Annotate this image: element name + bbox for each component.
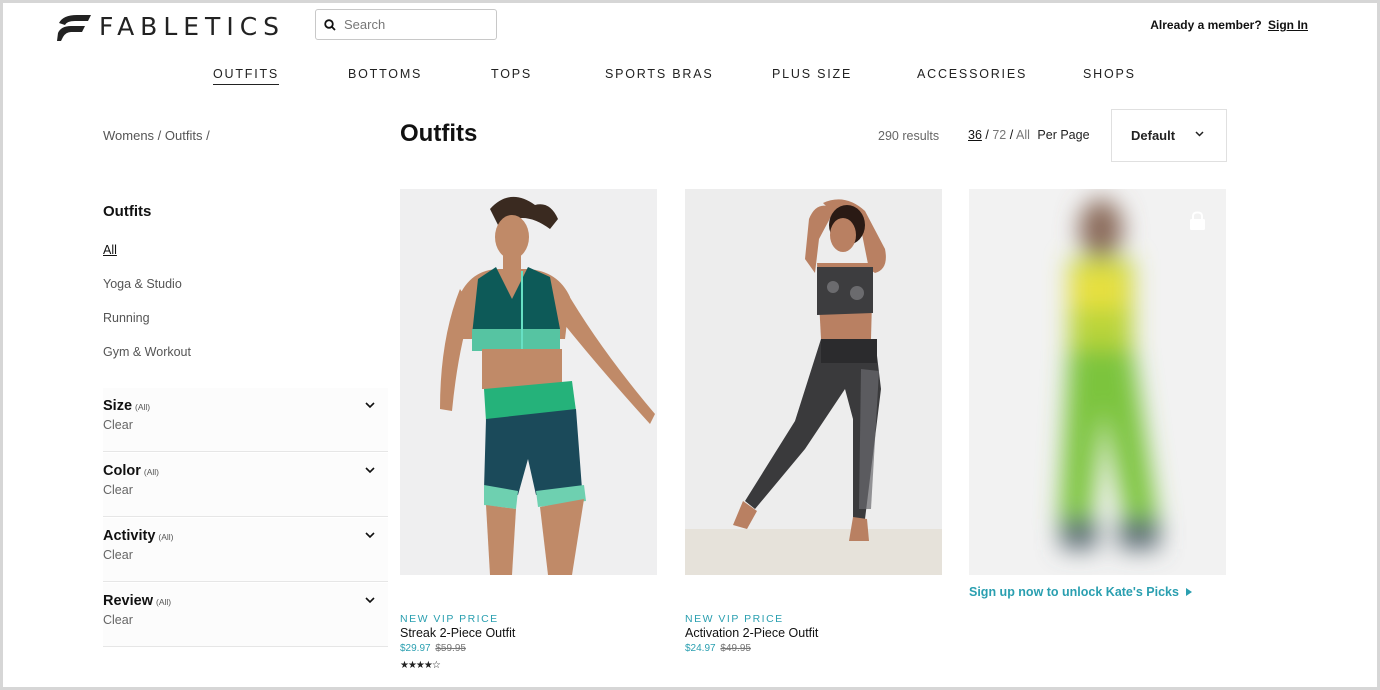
facet-size[interactable]: Size (All) Clear xyxy=(103,388,388,452)
sale-price: $29.97 xyxy=(400,643,431,654)
model-photo-activation xyxy=(685,189,942,575)
facet-clear[interactable]: Clear xyxy=(103,483,133,497)
facet-title: Size (All) xyxy=(103,398,151,414)
nav-shops[interactable]: SHOPS xyxy=(1083,67,1136,84)
facet-title: Review (All) xyxy=(103,593,172,609)
search-input[interactable] xyxy=(344,17,484,32)
product-price: $29.97 $59.95 xyxy=(400,643,466,654)
facet-title: Color (All) xyxy=(103,463,159,479)
brand-logo[interactable]: FABLETICS xyxy=(57,12,285,41)
nav-accessories[interactable]: ACCESSORIES xyxy=(917,67,1027,84)
chevron-down-icon[interactable] xyxy=(365,532,375,539)
unlock-picks-link[interactable]: Sign up now to unlock Kate's Picks xyxy=(969,585,1193,599)
vip-badge: NEW VIP PRICE xyxy=(400,613,499,625)
original-price: $59.95 xyxy=(435,643,466,654)
per-page-72[interactable]: 72 xyxy=(992,128,1006,142)
product-name[interactable]: Activation 2-Piece Outfit xyxy=(685,626,818,640)
sidebar-link-yoga[interactable]: Yoga & Studio xyxy=(103,277,182,291)
facet-review[interactable]: Review (All) Clear xyxy=(103,583,388,647)
search-box[interactable] xyxy=(315,9,497,40)
chevron-down-icon[interactable] xyxy=(365,402,375,409)
facet-activity[interactable]: Activity (All) Clear xyxy=(103,518,388,582)
sale-price: $24.97 xyxy=(685,643,716,654)
unlock-text: Sign up now to unlock Kate's Picks xyxy=(969,585,1179,599)
model-photo-streak xyxy=(400,189,657,575)
per-page-label: Per Page xyxy=(1037,128,1090,142)
product-image-activation[interactable] xyxy=(685,189,942,575)
facet-clear[interactable]: Clear xyxy=(103,548,133,562)
nav-plus-size[interactable]: PLUS SIZE xyxy=(772,67,852,84)
per-page-selector: 36 / 72 / All Per Page xyxy=(968,128,1090,142)
nav-outfits[interactable]: OUTFITS xyxy=(213,67,280,85)
blurred-photo xyxy=(969,189,1226,575)
fabletics-logo-icon xyxy=(57,14,91,41)
chevron-down-icon xyxy=(1195,131,1204,137)
product-price: $24.97 $49.95 xyxy=(685,643,751,654)
chevron-down-icon[interactable] xyxy=(365,597,375,604)
facet-title: Activity (All) xyxy=(103,528,174,544)
vip-badge: NEW VIP PRICE xyxy=(685,613,784,625)
chevron-down-icon[interactable] xyxy=(365,467,375,474)
member-text: Already a member? xyxy=(1150,18,1262,32)
facet-color[interactable]: Color (All) Clear xyxy=(103,453,388,517)
facet-clear[interactable]: Clear xyxy=(103,613,133,627)
sidebar-heading: Outfits xyxy=(103,203,152,220)
nav-sports-bras[interactable]: SPORTS BRAS xyxy=(605,67,713,84)
nav-bottoms[interactable]: BOTTOMS xyxy=(348,67,422,84)
nav-tops[interactable]: TOPS xyxy=(491,67,532,84)
rating-stars: ★★★★☆ xyxy=(400,660,441,671)
sidebar-link-all[interactable]: All xyxy=(103,243,117,257)
sign-in-link[interactable]: Sign In xyxy=(1268,18,1308,32)
sort-dropdown[interactable]: Default xyxy=(1111,109,1227,162)
facet-clear[interactable]: Clear xyxy=(103,418,133,432)
product-name[interactable]: Streak 2-Piece Outfit xyxy=(400,626,515,640)
product-image-streak[interactable] xyxy=(400,189,657,575)
sidebar-link-running[interactable]: Running xyxy=(103,311,150,325)
results-count: 290 results xyxy=(878,129,940,143)
member-prompt: Already a member? Sign In xyxy=(1150,18,1308,32)
locked-product-image[interactable] xyxy=(969,189,1226,575)
page-title: Outfits xyxy=(400,120,478,147)
caret-right-icon xyxy=(1186,588,1193,596)
lock-icon xyxy=(1190,211,1205,230)
sidebar-link-gym[interactable]: Gym & Workout xyxy=(103,345,191,359)
per-page-36[interactable]: 36 xyxy=(968,128,982,142)
search-icon xyxy=(324,18,336,31)
per-page-all[interactable]: All xyxy=(1016,128,1030,142)
original-price: $49.95 xyxy=(720,643,751,654)
brand-name: FABLETICS xyxy=(99,12,286,41)
breadcrumb[interactable]: Womens / Outfits / xyxy=(103,128,210,143)
sort-selected: Default xyxy=(1131,128,1176,143)
